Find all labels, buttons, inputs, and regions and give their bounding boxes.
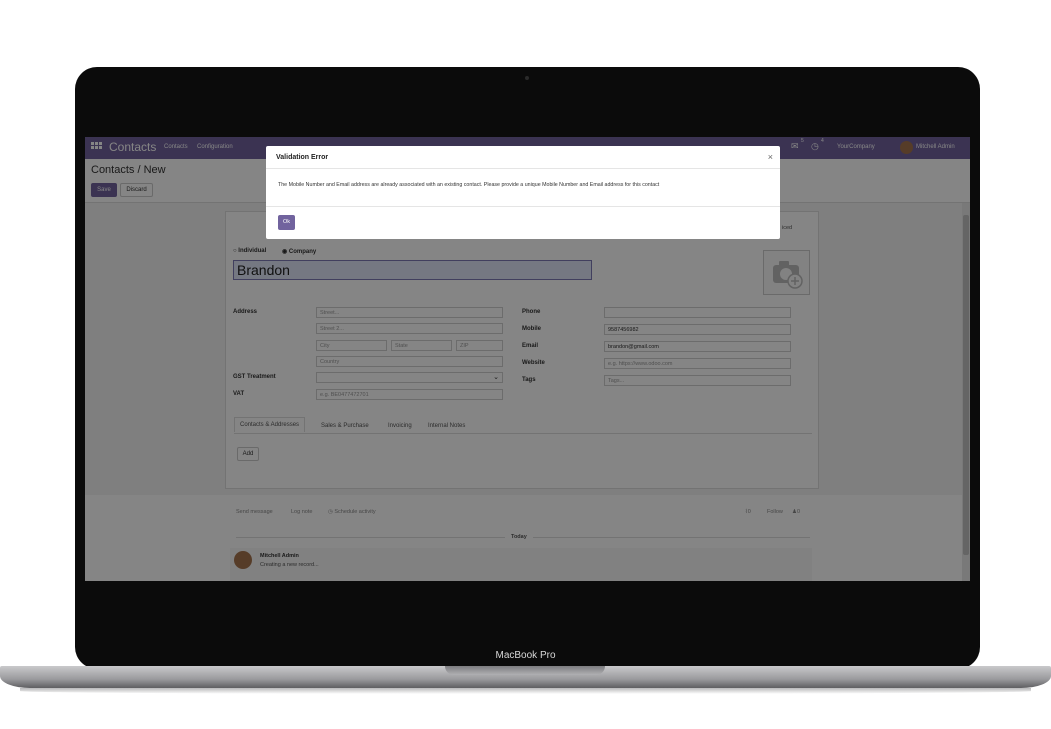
screen: Contacts Contacts Configuration ✉ 5 ◷ 4 … <box>85 137 970 581</box>
dialog-header: Validation Error × <box>266 146 780 169</box>
camera <box>525 76 529 80</box>
laptop-shadow <box>20 688 1031 694</box>
ok-button[interactable]: Ok <box>278 215 295 230</box>
validation-error-dialog: Validation Error × The Mobile Number and… <box>266 146 780 239</box>
dialog-footer: Ok <box>266 206 780 239</box>
device-label: MacBook Pro <box>495 650 556 661</box>
close-icon[interactable]: × <box>768 152 773 162</box>
dialog-message: The Mobile Number and Email address are … <box>278 182 660 188</box>
laptop-notch <box>445 666 605 675</box>
dialog-title: Validation Error <box>276 154 329 161</box>
